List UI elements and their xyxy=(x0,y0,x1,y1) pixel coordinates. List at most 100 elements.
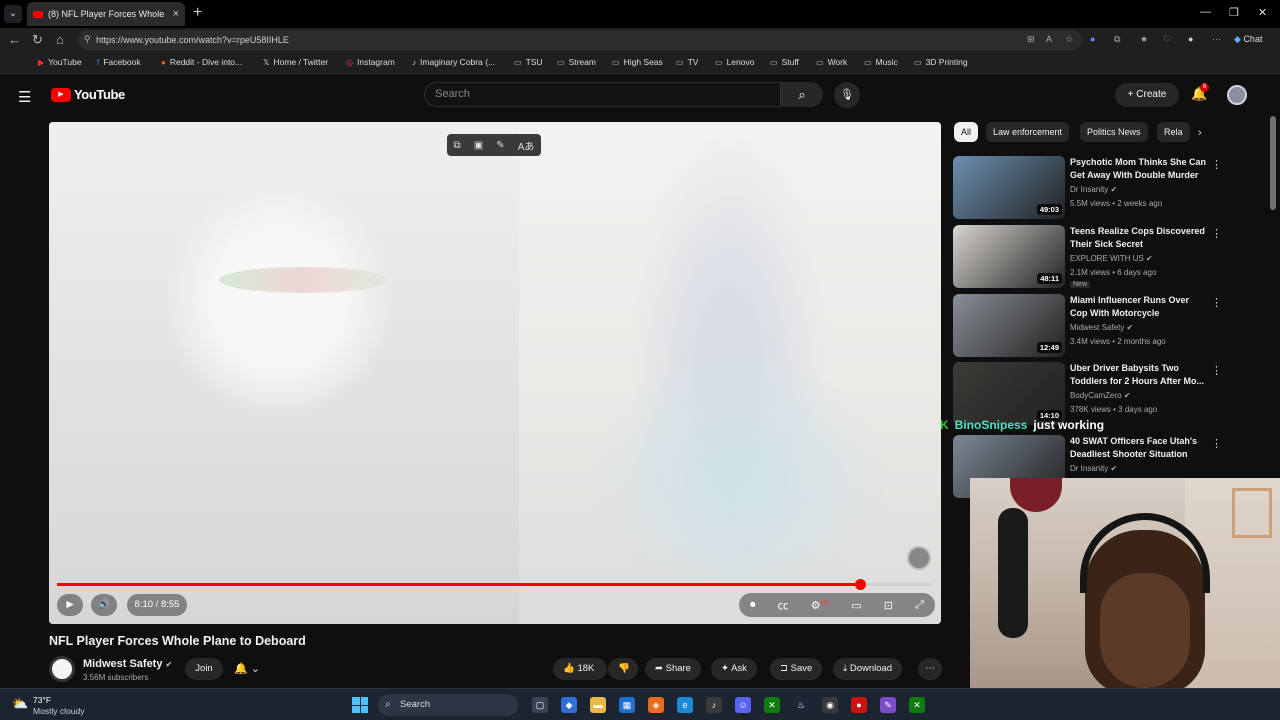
maximize-button[interactable]: ❐ xyxy=(1229,6,1239,19)
guide-menu-icon[interactable]: ☰ xyxy=(18,88,31,106)
recommendation-title[interactable]: Teens Realize Cops Discovered Their Sick… xyxy=(1070,225,1208,250)
recommendation-title[interactable]: 40 SWAT Officers Face Utah's Deadliest S… xyxy=(1070,435,1208,460)
autoplay-toggle[interactable]: ⏺ xyxy=(750,599,756,612)
mute-button[interactable]: 🔊 xyxy=(91,594,117,616)
minimize-button[interactable]: — xyxy=(1200,6,1211,18)
channel-name-link[interactable]: Midwest Safety ✔ xyxy=(83,658,172,670)
recommendation-item[interactable]: 12:49 Miami Influencer Runs Over Cop With… xyxy=(953,294,1223,358)
subscription-bell-button[interactable]: 🔔 ⌄ xyxy=(234,662,260,675)
video-thumbnail[interactable]: 49:03 xyxy=(953,156,1065,219)
bookmark-11[interactable]: ▭ Stuff xyxy=(770,57,799,67)
favorites-icon[interactable]: ★ xyxy=(1140,34,1148,45)
chevron-right-icon[interactable]: › xyxy=(1198,127,1202,139)
bookmark-9[interactable]: ▭ TV xyxy=(676,57,698,67)
profile-icon[interactable]: ● xyxy=(1188,34,1193,44)
edge-icon[interactable]: e xyxy=(677,697,693,713)
chip-3[interactable]: Rela xyxy=(1157,122,1190,142)
save-button[interactable]: ⊐ Save xyxy=(770,658,823,680)
video-thumbnail[interactable]: 12:49 xyxy=(953,294,1065,357)
bookmark-14[interactable]: ▭ 3D Printing xyxy=(914,57,968,67)
bookmark-3[interactable]: 𝕏 Home / Twitter xyxy=(263,57,328,67)
play-button[interactable]: ▶ xyxy=(57,594,83,616)
recommendation-title[interactable]: Uber Driver Babysits Two Toddlers for 2 … xyxy=(1070,362,1208,387)
creative-app-icon[interactable]: ✎ xyxy=(880,697,896,713)
copilot-app-icon[interactable]: ◆ xyxy=(561,697,577,713)
steam-icon[interactable]: ♨ xyxy=(793,697,809,713)
weather-icon[interactable]: ⛅ xyxy=(12,696,28,712)
weather-summary[interactable]: Mostly cloudy xyxy=(33,706,85,716)
recommendation-title[interactable]: Miami Influencer Runs Over Cop With Moto… xyxy=(1070,294,1208,319)
video-player[interactable]: ⧉ ▣ ✎ Aあ ▶ 🔊 8:10 / 8:55 ⏺ ㏄ ⚙HD ▭ ⊡ ⤢ xyxy=(49,122,941,624)
record-app-icon[interactable]: ● xyxy=(851,697,867,713)
progress-bar[interactable] xyxy=(57,579,933,590)
more-options-icon[interactable]: ⋮ xyxy=(1211,437,1222,450)
url-field[interactable]: https://www.youtube.com/watch?v=rpeU58II… xyxy=(78,30,1082,50)
recommendation-item[interactable]: 14:10 Uber Driver Babysits Two Toddlers f… xyxy=(953,362,1223,426)
dislike-button[interactable]: 👎 xyxy=(608,658,638,680)
app-icon[interactable]: ♪ xyxy=(706,697,722,713)
page-scrollbar[interactable] xyxy=(1270,116,1276,210)
bookmark-4[interactable]: ◎ Instagram xyxy=(346,57,395,67)
pip-icon[interactable]: ⧉ xyxy=(454,140,461,151)
screenshot-icon[interactable]: ▣ xyxy=(474,140,483,151)
settings-gear-icon[interactable]: ⚙HD xyxy=(811,599,830,612)
xbox-icon[interactable]: ✕ xyxy=(764,697,780,713)
more-options-icon[interactable]: ⋮ xyxy=(1211,296,1222,309)
tab-actions-menu[interactable]: ⌄ xyxy=(4,5,22,23)
notes-icon[interactable]: ✎ xyxy=(496,140,504,151)
create-button[interactable]: + Create xyxy=(1115,83,1179,107)
xbox-gamebar-icon[interactable]: ✕ xyxy=(909,697,925,713)
weather-temperature[interactable]: 73°F xyxy=(33,695,51,705)
recommendation-item[interactable]: 48:11 Teens Realize Cops Discovered Their… xyxy=(953,225,1223,289)
tab-close-icon[interactable]: × xyxy=(173,8,179,20)
more-options-icon[interactable]: ⋮ xyxy=(1211,158,1222,171)
taskbar-search[interactable]: ⌕ Search xyxy=(378,694,518,716)
bookmark-6[interactable]: ▭ TSU xyxy=(514,57,543,67)
task-view-icon[interactable]: ▢ xyxy=(532,697,548,713)
read-aloud-icon[interactable]: A xyxy=(1046,34,1052,44)
miniplayer-icon[interactable]: ▭ xyxy=(851,599,861,612)
notifications-button[interactable]: 🔔 8 xyxy=(1191,83,1209,102)
back-icon[interactable]: ← xyxy=(8,32,21,47)
bookmark-5[interactable]: ♪ Imaginary Cobra (... xyxy=(412,57,495,67)
start-button[interactable] xyxy=(352,697,368,713)
recommendation-channel[interactable]: Dr Insanity ✔ xyxy=(1070,464,1117,473)
more-options-icon[interactable]: ⋮ xyxy=(1211,227,1222,240)
bookmark-0[interactable]: ▶ YouTube xyxy=(38,57,82,67)
recommendation-channel[interactable]: BodyCamZero ✔ xyxy=(1070,391,1131,400)
close-window-button[interactable]: ✕ xyxy=(1258,6,1267,19)
app-available-icon[interactable]: ⊞ xyxy=(1027,34,1035,45)
more-actions-button[interactable]: ⋯ xyxy=(918,658,942,680)
store-icon[interactable]: ▦ xyxy=(619,697,635,713)
file-explorer-icon[interactable]: ▬ xyxy=(590,697,606,713)
voice-search-button[interactable]: 🎙 xyxy=(834,82,860,108)
brave-icon[interactable]: ◈ xyxy=(648,697,664,713)
new-tab-button[interactable]: + xyxy=(193,4,202,22)
bookmark-8[interactable]: ▭ High Seas xyxy=(612,57,663,67)
settings-more-icon[interactable]: ⋯ xyxy=(1212,34,1221,45)
join-button[interactable]: Join xyxy=(185,658,223,680)
channel-watermark[interactable] xyxy=(907,546,931,570)
recommendation-title[interactable]: Psychotic Mom Thinks She Can Get Away Wi… xyxy=(1070,156,1208,181)
ask-button[interactable]: ✦ Ask xyxy=(711,658,757,680)
captions-icon[interactable]: ㏄ xyxy=(778,597,789,613)
copilot-chat-button[interactable]: ◆ Chat xyxy=(1234,34,1262,45)
browser-essentials-icon[interactable]: ♡ xyxy=(1163,34,1171,45)
chip-2[interactable]: Politics News xyxy=(1080,122,1148,142)
bookmark-13[interactable]: ▭ Music xyxy=(864,57,898,67)
channel-avatar[interactable] xyxy=(49,656,75,682)
recommendation-channel[interactable]: Dr Insanity ✔ xyxy=(1070,185,1117,194)
chip-1[interactable]: Law enforcement xyxy=(986,122,1070,142)
search-input[interactable]: Search xyxy=(424,82,781,107)
more-options-icon[interactable]: ⋮ xyxy=(1211,364,1222,377)
translate-icon[interactable]: Aあ xyxy=(518,138,535,153)
share-button[interactable]: ➦ Share xyxy=(645,658,701,680)
home-icon[interactable]: ⌂ xyxy=(56,32,64,47)
video-thumbnail[interactable]: 14:10 xyxy=(953,362,1065,425)
refresh-icon[interactable]: ↻ xyxy=(32,32,43,48)
recommendation-channel[interactable]: EXPLORE WITH US ✔ xyxy=(1070,254,1153,263)
recommendation-item[interactable]: 49:03 Psychotic Mom Thinks She Can Get Aw… xyxy=(953,156,1223,220)
bookmark-7[interactable]: ▭ Stream xyxy=(557,57,596,67)
favorite-star-icon[interactable]: ☆ xyxy=(1065,34,1073,45)
youtube-logo[interactable]: ▶ YouTube xyxy=(51,87,125,102)
